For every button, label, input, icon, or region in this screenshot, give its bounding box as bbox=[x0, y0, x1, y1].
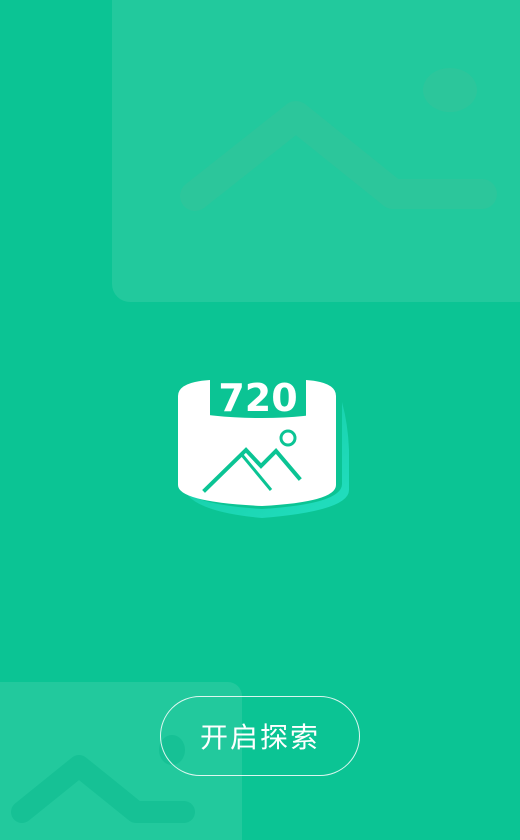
start-explore-button[interactable]: 开启探索 bbox=[160, 696, 360, 776]
panorama-720-icon: 720 bbox=[170, 372, 355, 520]
panorama-label: 720 bbox=[218, 376, 297, 420]
landscape-image-icon bbox=[180, 68, 497, 211]
start-explore-label: 开启探索 bbox=[199, 721, 320, 754]
